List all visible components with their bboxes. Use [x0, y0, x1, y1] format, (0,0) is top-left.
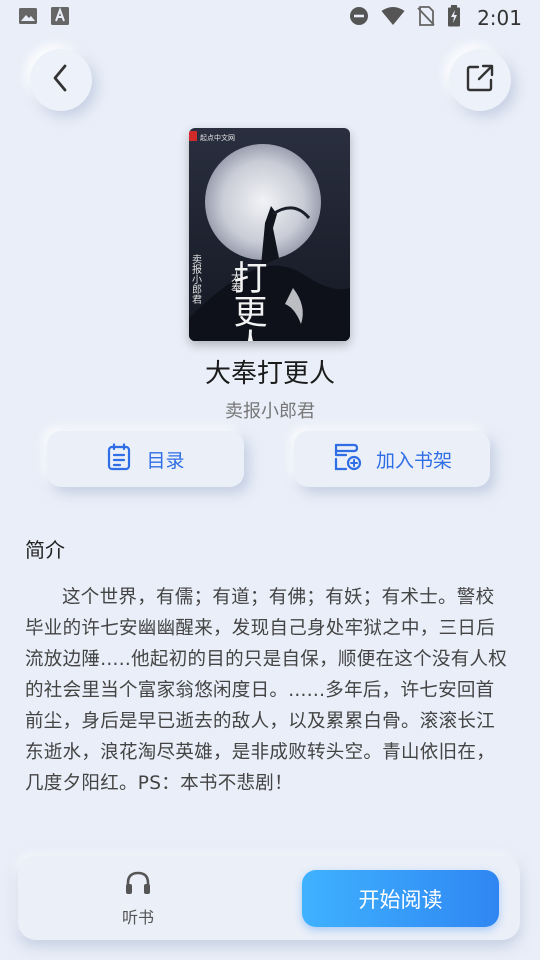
do-not-disturb-icon [349, 6, 369, 30]
book-cover[interactable]: 起点中文网 打更人 大奉 卖报小郎君 [189, 128, 350, 341]
book-author[interactable]: 卖报小郎君 [0, 397, 540, 423]
catalog-icon [106, 442, 132, 476]
add-to-shelf-button[interactable]: 加入书架 [294, 431, 490, 487]
start-reading-button[interactable]: 开始阅读 [302, 870, 499, 927]
wifi-icon [381, 6, 405, 30]
clock: 2:01 [477, 6, 522, 30]
chevron-left-icon [49, 63, 73, 97]
catalog-label: 目录 [146, 449, 185, 472]
back-button[interactable] [30, 49, 92, 111]
no-sim-icon [417, 6, 435, 30]
battery-charging-icon [447, 5, 461, 31]
share-external-icon [465, 63, 495, 97]
book-title: 大奉打更人 [204, 359, 335, 389]
cover-author: 卖报小郎君 [190, 254, 202, 305]
book-cover-art: 起点中文网 打更人 大奉 卖报小郎君 [189, 128, 350, 341]
status-bar: 2:01 [0, 0, 540, 36]
headphones-icon [124, 870, 152, 900]
add-to-bookshelf-icon [332, 443, 362, 476]
font-icon [50, 6, 70, 30]
intro-heading: 简介 [25, 538, 65, 562]
image-icon [18, 6, 38, 30]
cover-title-small: 大奉 [230, 270, 243, 293]
share-button[interactable] [449, 49, 511, 111]
listen-label: 听书 [121, 908, 154, 927]
intro-text: 这个世界，有儒；有道；有佛；有妖；有术士。警校毕业的许七安幽幽醒来，发现自己身处… [25, 587, 508, 794]
add-to-shelf-label: 加入书架 [375, 449, 452, 472]
catalog-button[interactable]: 目录 [47, 431, 244, 487]
listen-button[interactable]: 听书 [86, 868, 190, 930]
cover-publisher: 起点中文网 [200, 133, 235, 142]
